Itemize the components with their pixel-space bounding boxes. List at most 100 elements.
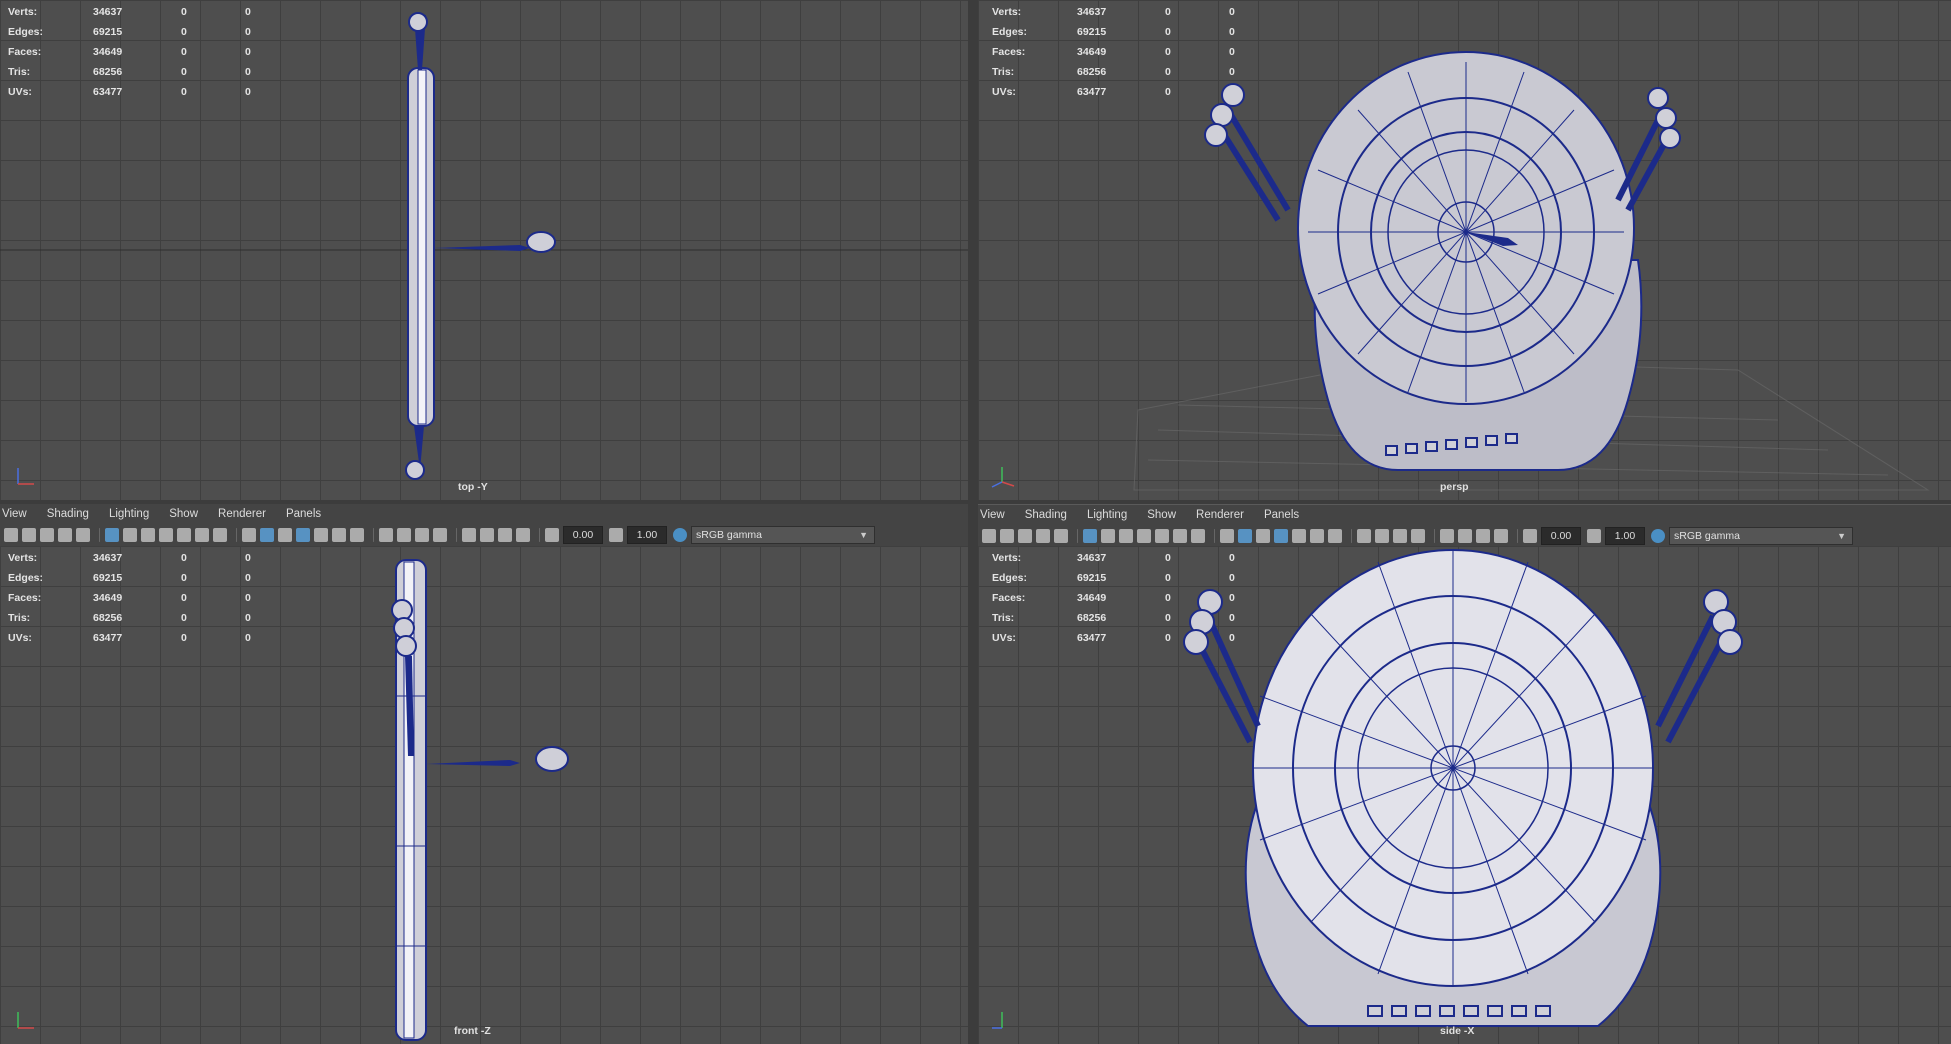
camera-attributes-icon[interactable] [22,528,36,542]
axis-gizmo-icon [992,1012,1003,1029]
field-chart-icon[interactable] [1155,529,1169,543]
chevron-down-icon: ▼ [859,530,868,540]
menu-lighting[interactable]: Lighting [107,508,149,520]
color-space-dropdown[interactable]: sRGB gamma ▼ [1669,527,1853,545]
xray-joints-icon[interactable] [1476,529,1490,543]
textured-icon[interactable] [1292,529,1306,543]
backface-culling-icon[interactable] [516,528,530,542]
axis-gizmo-icon [17,468,34,485]
menu-panels[interactable]: Panels [1262,509,1299,521]
color-space-control: sRGB gamma ▼ [673,526,875,544]
viewport-label: top -Y [458,481,488,493]
exposure-icon[interactable] [1523,529,1537,543]
bookmark-icon[interactable] [1018,529,1032,543]
color-space-value: sRGB gamma [696,529,762,541]
menu-view[interactable]: View [0,508,27,520]
gamma-field[interactable]: 1.00 [1605,527,1645,545]
menu-renderer[interactable]: Renderer [1194,509,1244,521]
grease-pencil-icon[interactable] [1054,529,1068,543]
textured-icon[interactable] [314,528,328,542]
menu-panels[interactable]: Panels [284,508,321,520]
stats-hud: Verts: 34637 0 0 Edges: 69215 0 0 Faces: 34649 0… [8,6,251,98]
toolbar-separator [456,528,457,542]
shadows-icon[interactable] [350,528,364,542]
ambient-occlusion-icon[interactable] [379,528,393,542]
depth-of-field-icon[interactable] [433,528,447,542]
color-management-icon[interactable] [1651,529,1665,543]
default-material-icon[interactable] [1256,529,1270,543]
grease-pencil-icon[interactable] [76,528,90,542]
menu-lighting[interactable]: Lighting [1085,509,1127,521]
gate-mask-icon[interactable] [1137,529,1151,543]
stats-hud: Verts: 34637 0 0 Edges: 69215 0 0 Faces: 34649 0… [8,552,251,644]
backface-culling-icon[interactable] [1494,529,1508,543]
smooth-shade-icon[interactable] [260,528,274,542]
safe-action-icon[interactable] [195,528,209,542]
menu-show[interactable]: Show [167,508,198,520]
gamma-icon[interactable] [609,528,623,542]
toolbar-separator [236,528,237,542]
field-chart-icon[interactable] [177,528,191,542]
isolate-select-icon[interactable] [462,528,476,542]
menu-renderer[interactable]: Renderer [216,508,266,520]
color-space-dropdown[interactable]: sRGB gamma ▼ [691,526,875,544]
lights-icon[interactable] [332,528,346,542]
grid-icon[interactable] [105,528,119,542]
safe-title-icon[interactable] [1191,529,1205,543]
menu-shading[interactable]: Shading [1023,509,1067,521]
toolbar-separator [539,528,540,542]
toolbar-separator [1517,529,1518,543]
toolbar-separator [373,528,374,542]
safe-action-icon[interactable] [1173,529,1187,543]
camera-icon[interactable] [982,529,996,543]
xray-icon[interactable] [1458,529,1472,543]
image-plane-icon[interactable] [58,528,72,542]
viewport-top[interactable]: Verts: 34637 0 0 Edges: 69215 0 0 Faces: 34649 0… [0,0,968,500]
motion-blur-icon[interactable] [397,528,411,542]
gamma-field[interactable]: 1.00 [627,526,667,544]
shadows-icon[interactable] [1328,529,1342,543]
depth-of-field-icon[interactable] [1411,529,1425,543]
isolate-select-icon[interactable] [1440,529,1454,543]
film-gate-icon[interactable] [123,528,137,542]
toolbar-separator [1077,529,1078,543]
wireframe-on-shaded-icon[interactable] [1274,529,1288,543]
resolution-gate-icon[interactable] [1119,529,1133,543]
xray-icon[interactable] [480,528,494,542]
wireframe-icon[interactable] [1220,529,1234,543]
exposure-field[interactable]: 0.00 [563,526,603,544]
lights-icon[interactable] [1310,529,1324,543]
menu-view[interactable]: View [978,509,1005,521]
viewport-side[interactable]: Verts: 34637 0 0 Edges: 69215 0 0 Faces: 34649 0… [978,546,1951,1044]
panel-menu: View Shading Lighting Show Renderer Pane… [0,504,968,524]
film-gate-icon[interactable] [1101,529,1115,543]
gate-mask-icon[interactable] [159,528,173,542]
wireframe-icon[interactable] [242,528,256,542]
viewport-persp[interactable]: Verts: 34637 0 0 Edges: 69215 0 0 Faces: 34649 0… [978,0,1951,500]
wireframe-on-shaded-icon[interactable] [296,528,310,542]
anti-alias-icon[interactable] [415,528,429,542]
pane-divider-vertical[interactable] [968,0,978,1044]
safe-title-icon[interactable] [213,528,227,542]
anti-alias-icon[interactable] [1393,529,1407,543]
default-material-icon[interactable] [278,528,292,542]
xray-joints-icon[interactable] [498,528,512,542]
grid-icon[interactable] [1083,529,1097,543]
bookmark-icon[interactable] [40,528,54,542]
viewport-front[interactable]: Verts: 34637 0 0 Edges: 69215 0 0 Faces: 34649 0… [0,546,968,1044]
exposure-field[interactable]: 0.00 [1541,527,1581,545]
panel-toolbar-left: View Shading Lighting Show Renderer Pane… [0,504,968,546]
menu-shading[interactable]: Shading [45,508,89,520]
gamma-icon[interactable] [1587,529,1601,543]
camera-attributes-icon[interactable] [1000,529,1014,543]
toolbar-separator [1351,529,1352,543]
smooth-shade-icon[interactable] [1238,529,1252,543]
motion-blur-icon[interactable] [1375,529,1389,543]
resolution-gate-icon[interactable] [141,528,155,542]
menu-show[interactable]: Show [1145,509,1176,521]
exposure-icon[interactable] [545,528,559,542]
ambient-occlusion-icon[interactable] [1357,529,1371,543]
camera-icon[interactable] [4,528,18,542]
color-management-icon[interactable] [673,528,687,542]
image-plane-icon[interactable] [1036,529,1050,543]
